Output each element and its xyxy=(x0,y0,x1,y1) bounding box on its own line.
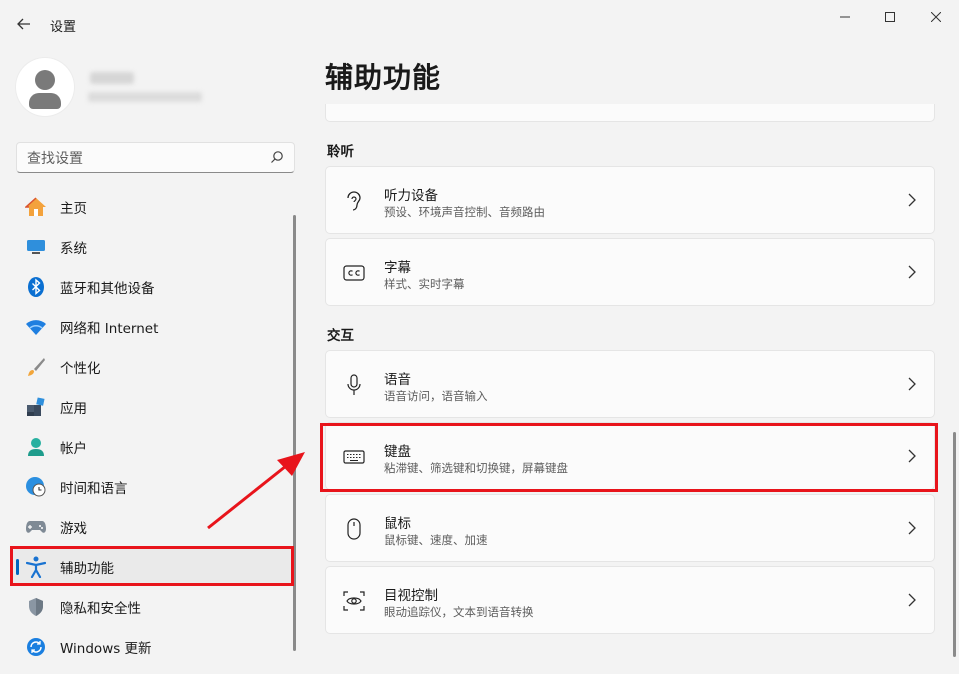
chevron-right-icon xyxy=(908,193,916,207)
chevron-right-icon xyxy=(908,593,916,607)
account-icon xyxy=(28,438,44,456)
mouse-icon xyxy=(347,518,361,540)
selection-indicator xyxy=(16,559,19,575)
update-icon xyxy=(27,638,45,656)
sidebar-item-apps[interactable]: 应用 xyxy=(12,389,295,425)
card-title: 鼠标 xyxy=(384,516,411,532)
sidebar-item-label: 时间和语言 xyxy=(60,481,128,497)
sidebar-item-home[interactable]: 主页 xyxy=(12,189,295,225)
card-subtitle: 粘滞键、筛选键和切换键，屏幕键盘 xyxy=(384,461,568,475)
title-bar: 设置 xyxy=(0,0,959,46)
setting-card-eye-control[interactable]: 目视控制 眼动追踪仪，文本到语音转换 xyxy=(325,566,935,634)
sidebar-item-network[interactable]: 网络和 Internet xyxy=(12,309,295,345)
setting-card-keyboard[interactable]: 键盘 粘滞键、筛选键和切换键，屏幕键盘 xyxy=(325,422,935,490)
sidebar-item-personalization[interactable]: 个性化 xyxy=(12,349,295,385)
setting-card-speech[interactable]: 语音 语音访问，语音输入 xyxy=(325,350,935,418)
search-icon xyxy=(271,151,283,163)
chevron-right-icon xyxy=(908,449,916,463)
sidebar-item-accounts[interactable]: 帐户 xyxy=(12,429,295,465)
card-subtitle: 鼠标键、速度、加速 xyxy=(384,533,488,547)
sidebar-item-system[interactable]: 系统 xyxy=(12,229,295,265)
sidebar-item-label: 网络和 Internet xyxy=(60,321,159,337)
system-icon xyxy=(27,240,45,254)
section-heading-interaction: 交互 xyxy=(327,328,354,344)
search-placeholder: 查找设置 xyxy=(27,150,83,167)
sidebar-item-label: 个性化 xyxy=(60,361,101,377)
card-subtitle: 眼动追踪仪，文本到语音转换 xyxy=(384,605,534,619)
maximize-button[interactable] xyxy=(878,6,902,28)
ear-icon xyxy=(347,191,361,211)
page-title: 辅助功能 xyxy=(325,61,442,94)
sidebar-item-label: 系统 xyxy=(60,241,87,257)
sidebar-item-gaming[interactable]: 游戏 xyxy=(12,509,295,545)
blurred-user-email xyxy=(88,92,202,102)
back-arrow-icon xyxy=(17,18,30,30)
sidebar-item-label: 帐户 xyxy=(60,441,87,457)
back-button[interactable] xyxy=(12,12,36,36)
bluetooth-icon xyxy=(28,277,44,297)
apps-icon xyxy=(27,397,45,416)
setting-card-mouse[interactable]: 鼠标 鼠标键、速度、加速 xyxy=(325,494,935,562)
sidebar-item-label: 辅助功能 xyxy=(60,561,114,577)
card-subtitle: 样式、实时字幕 xyxy=(384,277,465,291)
setting-card-captions[interactable]: 字幕 样式、实时字幕 xyxy=(325,238,935,306)
sidebar-item-bluetooth[interactable]: 蓝牙和其他设备 xyxy=(12,269,295,305)
chevron-right-icon xyxy=(908,265,916,279)
globe-clock-icon xyxy=(26,477,46,497)
card-subtitle: 预设、环境声音控制、音频路由 xyxy=(384,205,545,219)
microphone-icon xyxy=(347,374,361,395)
wifi-icon xyxy=(26,320,46,335)
shield-icon xyxy=(29,598,43,616)
minimize-icon xyxy=(840,16,850,18)
sidebar-item-label: 游戏 xyxy=(60,521,87,537)
minimize-button[interactable] xyxy=(833,6,857,28)
accessibility-icon xyxy=(26,556,46,578)
sidebar-item-accessibility[interactable]: 辅助功能 xyxy=(12,549,295,585)
sidebar-item-label: 应用 xyxy=(60,401,87,417)
sidebar-item-label: 主页 xyxy=(60,201,87,217)
user-profile[interactable] xyxy=(16,58,74,116)
close-icon xyxy=(931,12,941,22)
section-heading-hearing: 聆听 xyxy=(327,144,354,160)
card-title: 键盘 xyxy=(384,444,411,460)
chevron-right-icon xyxy=(908,377,916,391)
sidebar-item-time-language[interactable]: 时间和语言 xyxy=(12,469,295,505)
sidebar-item-label: Windows 更新 xyxy=(60,641,152,657)
card-title: 目视控制 xyxy=(384,588,438,604)
blurred-user-name xyxy=(90,72,134,84)
content-scrollbar[interactable] xyxy=(953,432,956,657)
card-subtitle: 语音访问，语音输入 xyxy=(384,389,488,403)
brush-icon xyxy=(28,358,45,376)
cc-icon xyxy=(343,265,365,281)
home-icon xyxy=(25,197,46,216)
close-button[interactable] xyxy=(924,6,948,28)
eye-control-icon xyxy=(343,591,365,611)
previous-card[interactable] xyxy=(325,104,935,122)
chevron-right-icon xyxy=(908,521,916,535)
card-title: 听力设备 xyxy=(384,188,438,204)
sidebar-item-label: 隐私和安全性 xyxy=(60,601,141,617)
sidebar-item-privacy[interactable]: 隐私和安全性 xyxy=(12,589,295,625)
setting-card-hearing-devices[interactable]: 听力设备 预设、环境声音控制、音频路由 xyxy=(325,166,935,234)
sidebar-scrollbar[interactable] xyxy=(293,215,296,651)
sidebar-item-windows-update[interactable]: Windows 更新 xyxy=(12,629,295,665)
gamepad-icon xyxy=(26,521,46,533)
app-title: 设置 xyxy=(50,20,77,35)
search-box[interactable]: 查找设置 xyxy=(16,142,295,173)
avatar xyxy=(16,58,74,116)
card-title: 字幕 xyxy=(384,260,411,276)
keyboard-icon xyxy=(343,450,365,464)
maximize-icon xyxy=(885,12,895,22)
sidebar-item-label: 蓝牙和其他设备 xyxy=(60,281,155,297)
card-title: 语音 xyxy=(384,372,411,388)
